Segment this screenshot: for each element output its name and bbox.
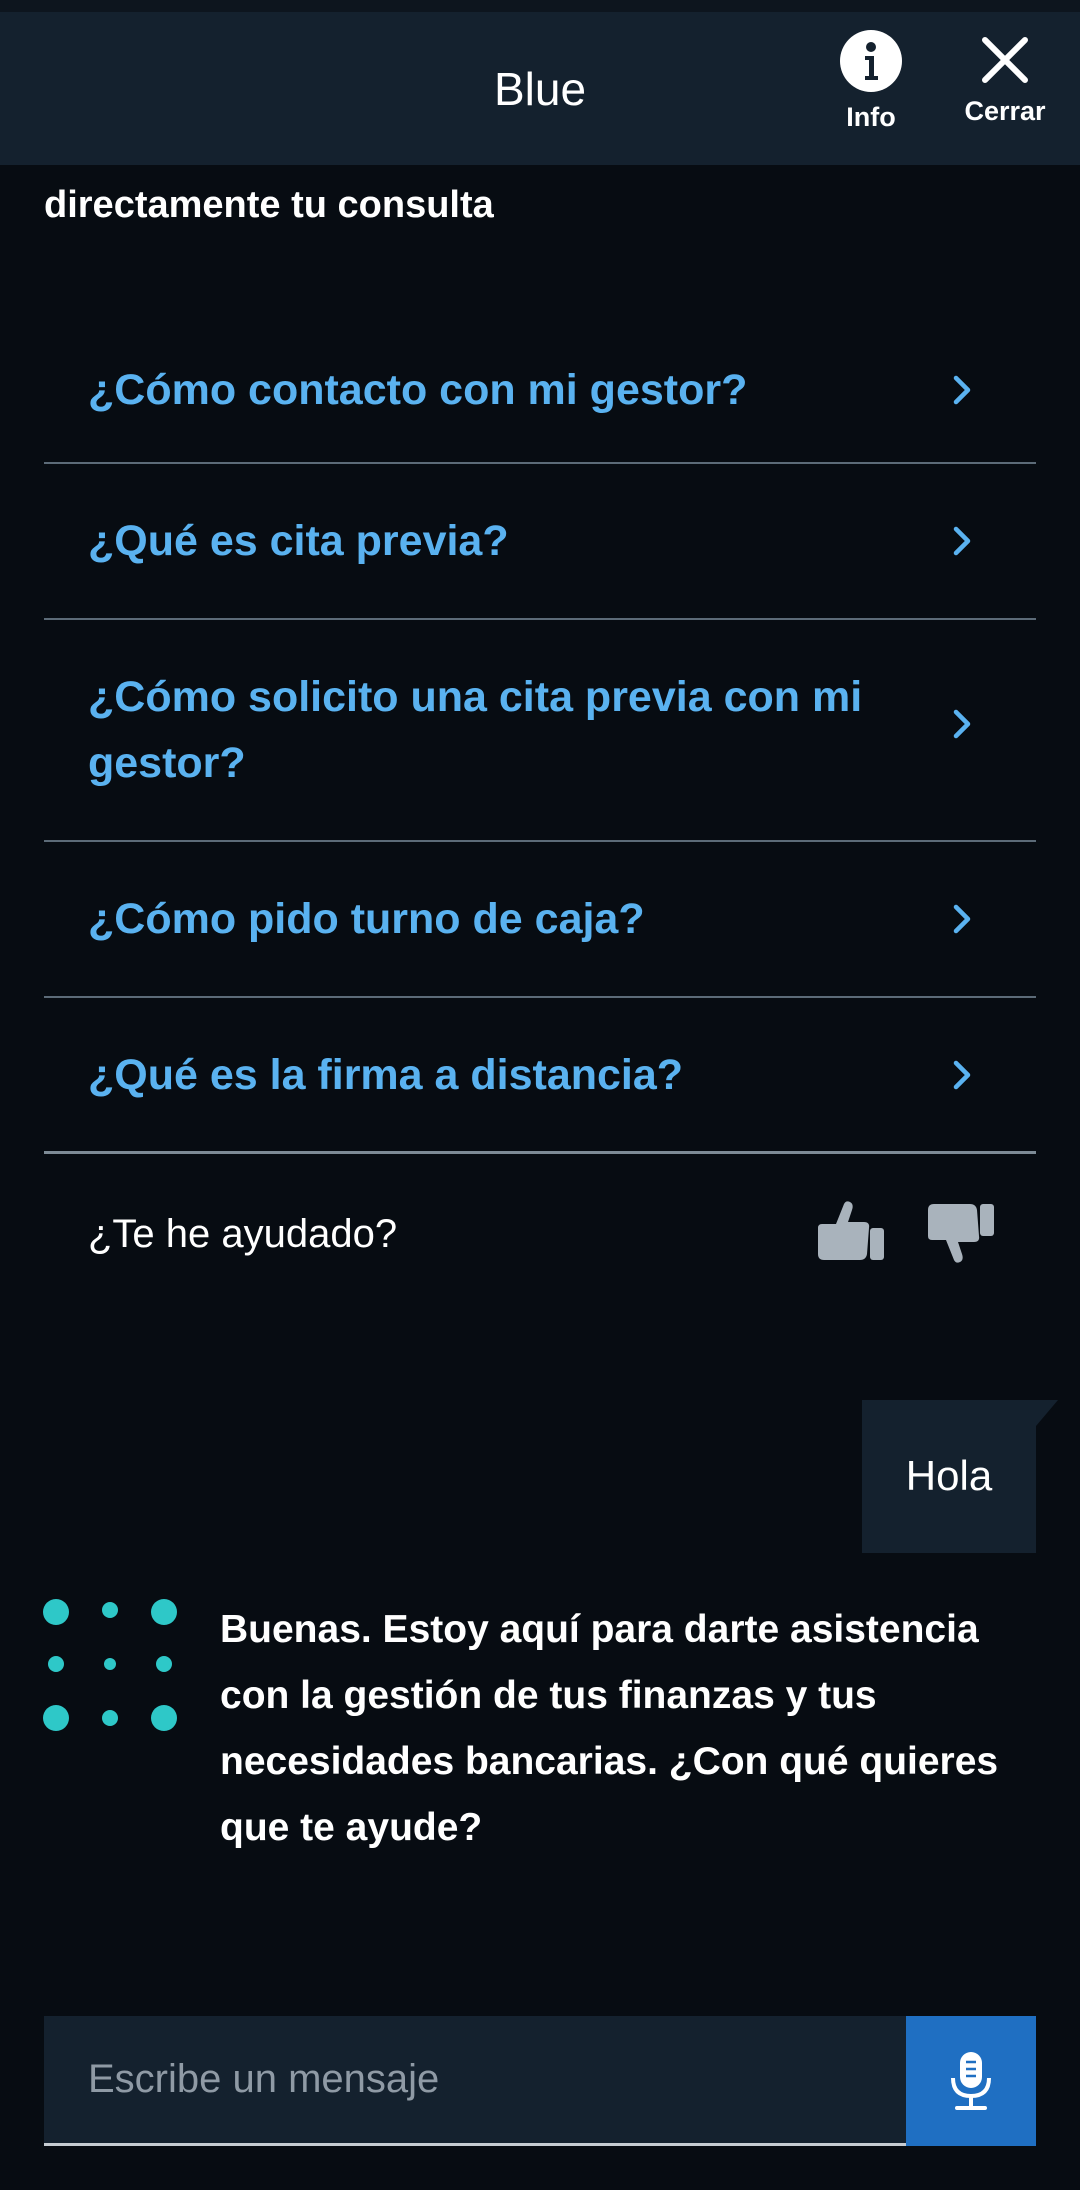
suggestion-label: ¿Cómo contacto con mi gestor? [88,366,748,414]
suggestion-item[interactable]: ¿Qué es cita previa? [44,464,1036,620]
microphone-button[interactable] [906,2016,1036,2146]
header-title: Blue [493,63,587,115]
suggestion-item[interactable]: ¿Cómo contacto con mi gestor? [44,318,1036,464]
info-button[interactable]: Info [835,30,907,133]
chevron-right-icon [953,709,971,739]
suggestion-label: ¿Cómo solicito una cita previa con mi ge… [88,673,863,787]
user-message-text: Hola [905,1452,993,1499]
close-icon [982,37,1028,83]
microphone-icon [951,2052,991,2110]
chevron-right-icon [953,526,971,556]
suggestion-label: ¿Qué es la firma a distancia? [88,1050,684,1099]
message-input[interactable] [44,2016,906,2146]
info-label: Info [846,102,896,132]
thumbs-down-icon[interactable] [924,1198,996,1266]
chevron-right-icon [953,375,971,405]
suggestion-item[interactable]: ¿Cómo solicito una cita previa con mi ge… [44,620,1036,842]
suggestion-label: ¿Qué es cita previa? [88,517,509,565]
app-header: Blue Info Cerrar [0,0,1080,165]
info-icon [840,30,902,92]
suggestion-item[interactable]: ¿Qué es la firma a distancia? [44,998,1036,1154]
suggestion-item[interactable]: ¿Cómo pido turno de caja? [44,842,1036,998]
suggestion-list: ¿Cómo contacto con mi gestor? ¿Qué es ci… [44,318,1036,1154]
chevron-right-icon [953,1060,971,1089]
message-composer [44,2016,1036,2146]
bot-message-text: Buenas. Estoy aquí para darte asistencia… [220,1608,999,1849]
chevron-right-icon [953,904,971,934]
bubble-tail [1036,1400,1058,1426]
dots-avatar-icon [43,1599,177,1731]
previous-message-line: directamente tu consulta [44,184,494,226]
close-button[interactable]: Cerrar [955,34,1055,127]
suggestion-label: ¿Cómo pido turno de caja? [88,895,645,943]
user-message-bubble: Hola [862,1400,1058,1553]
feedback-question: ¿Te he ayudado? [88,1212,398,1256]
close-label: Cerrar [964,96,1046,126]
thumbs-up-icon[interactable] [814,1198,886,1266]
